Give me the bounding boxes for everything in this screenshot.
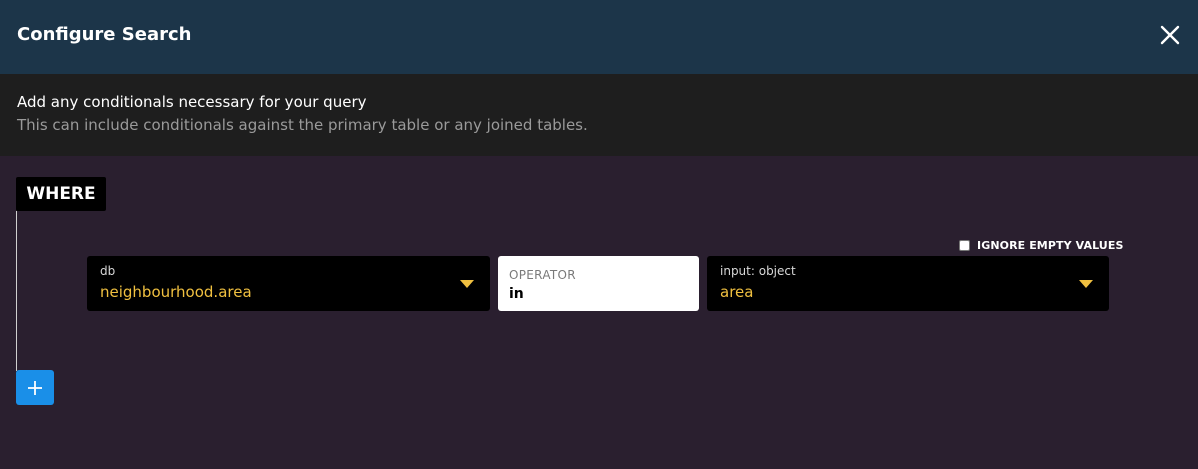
plus-icon <box>28 380 42 395</box>
modal-title: Configure Search <box>17 24 192 45</box>
description-sub: This can include conditionals against th… <box>17 116 588 134</box>
right-operand-source-label: input: object <box>720 264 796 278</box>
right-operand-select[interactable]: input: object area <box>707 256 1109 311</box>
chevron-down-icon <box>460 280 474 288</box>
operator-value: in <box>509 286 524 302</box>
ignore-empty-values-toggle[interactable]: IGNORE EMPTY VALUES <box>959 237 1123 253</box>
left-operand-value: neighbourhood.area <box>100 283 252 301</box>
left-operand-source-label: db <box>100 264 116 278</box>
description-main: Add any conditionals necessary for your … <box>17 93 367 111</box>
add-condition-button[interactable] <box>16 370 54 405</box>
left-operand-select[interactable]: db neighbourhood.area <box>87 256 490 311</box>
right-operand-value: area <box>720 283 754 301</box>
operator-label: OPERATOR <box>509 268 576 282</box>
ignore-empty-values-label: IGNORE EMPTY VALUES <box>977 238 1124 252</box>
close-icon <box>1160 25 1180 45</box>
operator-field[interactable]: OPERATOR in <box>498 256 699 311</box>
tree-connector-line <box>16 211 17 371</box>
where-badge: WHERE <box>16 177 106 211</box>
chevron-down-icon <box>1079 280 1093 288</box>
modal-header: Configure Search <box>0 0 1198 74</box>
close-button[interactable] <box>1156 21 1184 49</box>
description-panel: Add any conditionals necessary for your … <box>0 74 1198 156</box>
ignore-empty-values-checkbox[interactable] <box>959 239 970 251</box>
